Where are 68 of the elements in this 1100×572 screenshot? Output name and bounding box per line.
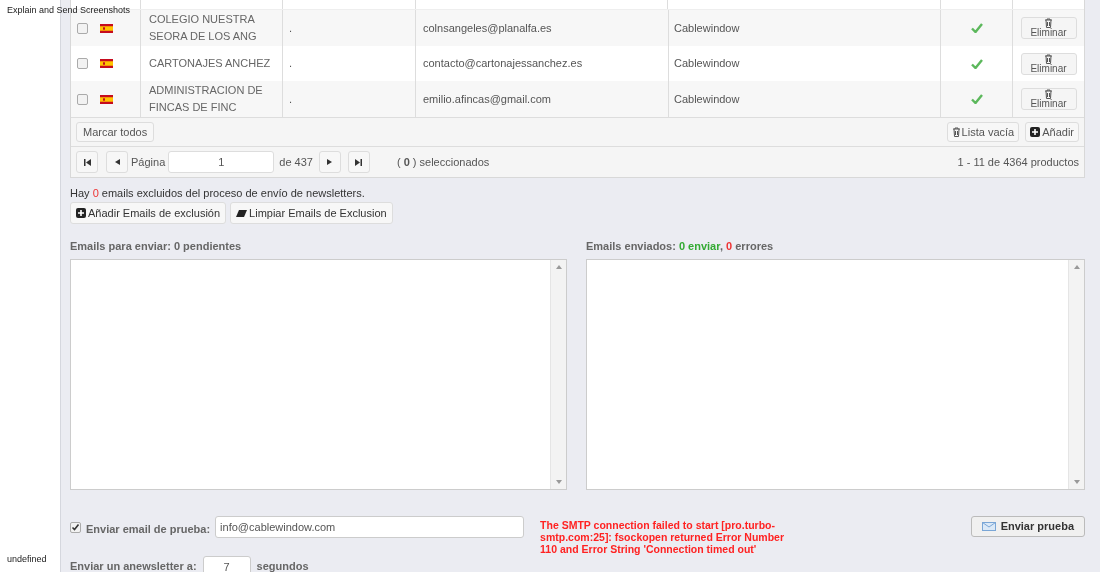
trash-icon: [1044, 53, 1053, 64]
page-label: Página: [131, 154, 166, 170]
email-list-field[interactable]: [586, 258, 1085, 490]
checkbox[interactable]: [77, 58, 88, 69]
side-label: Explain and Send Screenshots: [7, 4, 131, 17]
previous-page-button[interactable]: [106, 151, 128, 173]
scroll-down-icon: [1073, 479, 1080, 484]
send-test-button[interactable]: Enviar prueba: [970, 515, 1085, 537]
page-field[interactable]: 1: [168, 151, 275, 173]
side-label: undefined: [7, 553, 47, 566]
table-cell-text: Cablewindow: [674, 91, 740, 107]
envelope-icon: [981, 521, 996, 531]
table-cell-text: COLEGIO NUESTRA SEORA DE LOS ANG: [149, 12, 258, 44]
table-cell-text: CARTONAJES ANCHEZ: [149, 56, 271, 71]
last-page-button[interactable]: [347, 151, 370, 173]
error-message: The SMTP connection failed to start [pro.turbo-smtp.com:25]: fsockopen returned Error Number 110 and Error String 'Connection timed out': [540, 518, 785, 555]
table-cell-text: .: [289, 20, 293, 36]
eraser-icon: [236, 209, 248, 217]
selection-count: ( 0 ) seleccionados: [396, 154, 491, 170]
delete-button[interactable]: Eliminar: [1020, 88, 1077, 110]
scroll-up-icon: [555, 264, 562, 269]
checkbox[interactable]: [77, 93, 88, 105]
plus-icon: [1030, 127, 1041, 137]
plus-icon: [76, 208, 86, 218]
spain-flag-icon: [100, 94, 113, 104]
trash-icon: [1044, 18, 1053, 28]
next-page-button[interactable]: [318, 151, 341, 173]
interval-label: Enviar un anewsletter a:: [70, 559, 197, 572]
trash-icon: [1044, 89, 1053, 99]
add-button[interactable]: Añadir: [1025, 122, 1079, 142]
empty-list-button[interactable]: Lista vacía: [946, 122, 1020, 142]
delete-button[interactable]: Eliminar: [1020, 17, 1077, 39]
seconds-label: segundos: [256, 559, 309, 572]
interval-field[interactable]: 7: [202, 555, 251, 572]
table-cell-text: .: [289, 56, 293, 72]
scroll-up-icon: [1073, 264, 1080, 269]
previous-icon: [114, 159, 120, 165]
range-label: 1 - 11 de 4364 productos: [957, 154, 1079, 170]
first-page-icon: [83, 158, 91, 166]
spain-flag-icon: [100, 23, 113, 33]
delete-button[interactable]: Eliminar: [1020, 52, 1077, 75]
scrollbar[interactable]: [1068, 259, 1084, 489]
test-email-field[interactable]: info@cablewindow.com: [215, 515, 525, 538]
email-list-field[interactable]: [70, 258, 567, 490]
mark-all-button[interactable]: Marcar todos: [76, 122, 155, 142]
trash-icon: [951, 127, 961, 137]
table-cell-text: Cablewindow: [674, 20, 740, 36]
add-exclusion-button[interactable]: Añadir Emails de exclusión: [70, 202, 227, 224]
sent-label: Emails enviados: 0 enviar, 0 errores: [586, 239, 775, 254]
table-cell-text: .: [289, 91, 293, 107]
checkbox[interactable]: [70, 521, 81, 533]
page-count: de 437: [279, 154, 313, 170]
table-cell-text: emilio.afincas@gmail.com: [423, 91, 551, 107]
first-page-button[interactable]: [76, 151, 98, 173]
next-icon: [327, 159, 333, 165]
pending-label: Emails para enviar: 0 pendientes: [70, 239, 243, 254]
last-page-icon: [355, 158, 363, 166]
table-cell-text: colnsangeles@planalfa.es: [423, 20, 552, 36]
test-email-label: Enviar email de prueba:: [86, 521, 211, 537]
clear-exclusion-button[interactable]: Limpiar Emails de Exclusion: [230, 202, 393, 224]
exclusion-text: Hay 0 emails excluidos del proceso de envío de newsletters.: [70, 186, 366, 200]
spain-flag-icon: [100, 59, 113, 68]
table-cell-text: Cablewindow: [674, 56, 740, 72]
checkbox[interactable]: [77, 22, 88, 34]
scroll-down-icon: [555, 479, 562, 484]
table-cell-text: contacto@cartonajessanchez.es: [423, 56, 583, 72]
table-cell-text: ADMINISTRACION DE FINCAS DE FINC: [149, 83, 264, 115]
scrollbar[interactable]: [550, 259, 566, 489]
